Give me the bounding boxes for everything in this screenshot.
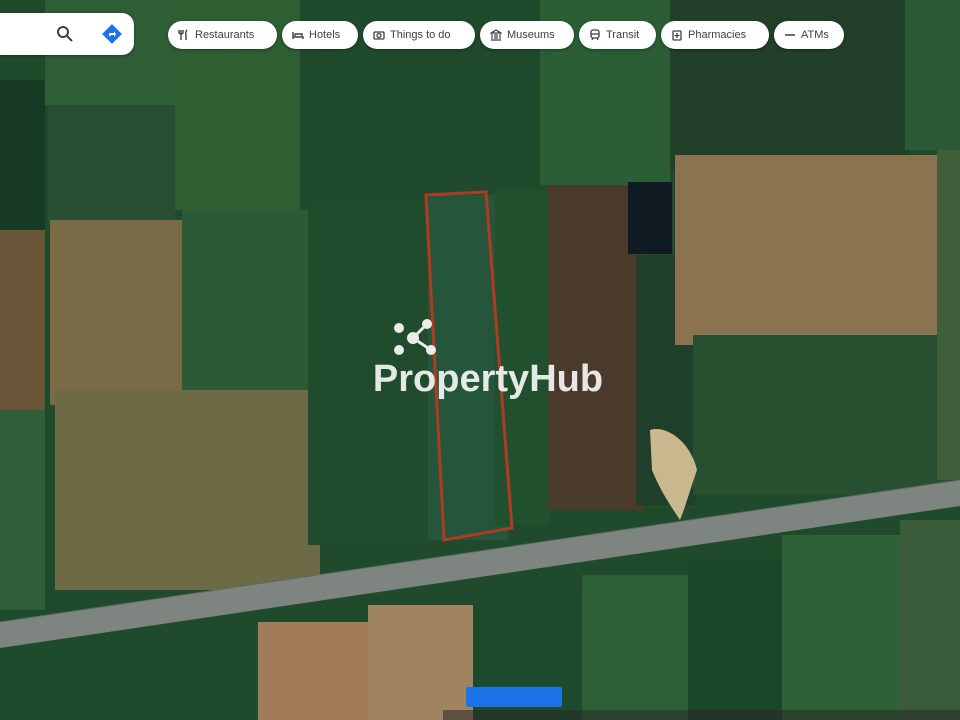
transit-icon bbox=[590, 29, 600, 41]
propertyhub-logo-icon bbox=[394, 319, 436, 355]
chip-pharmacies[interactable]: Pharmacies bbox=[661, 21, 769, 49]
field bbox=[693, 335, 950, 495]
chip-atms[interactable]: ATMs bbox=[774, 21, 844, 49]
field bbox=[582, 575, 690, 720]
chip-label: Restaurants bbox=[195, 29, 255, 41]
pharmacy-icon bbox=[672, 30, 682, 41]
chip-museums[interactable]: Museums bbox=[480, 21, 574, 49]
field bbox=[900, 520, 960, 720]
chip-transit[interactable]: Transit bbox=[579, 21, 656, 49]
field bbox=[55, 390, 320, 590]
field bbox=[0, 230, 45, 410]
field bbox=[905, 0, 960, 150]
field bbox=[628, 182, 672, 254]
chip-label: Pharmacies bbox=[688, 29, 747, 41]
chip-label: Museums bbox=[507, 29, 555, 41]
chip-label: ATMs bbox=[801, 29, 829, 41]
hotel-icon bbox=[292, 32, 304, 39]
directions-icon[interactable] bbox=[102, 24, 122, 44]
field bbox=[688, 560, 783, 720]
propertyhub-watermark: PropertyHub bbox=[373, 319, 603, 400]
chip-things-to-do[interactable]: Things to do bbox=[363, 21, 475, 49]
field bbox=[48, 105, 175, 225]
search-box[interactable] bbox=[0, 13, 134, 55]
field bbox=[182, 210, 308, 390]
field bbox=[675, 155, 937, 345]
atm-icon bbox=[785, 34, 795, 36]
chip-restaurants[interactable]: Restaurants bbox=[168, 21, 277, 49]
map-bottom-control[interactable] bbox=[466, 687, 562, 707]
chip-label: Transit bbox=[606, 29, 640, 41]
watermark-text: PropertyHub bbox=[373, 358, 603, 400]
field bbox=[368, 605, 473, 720]
search-icon[interactable] bbox=[56, 25, 74, 43]
restaurant-icon bbox=[178, 29, 188, 40]
map-footer-strip bbox=[443, 710, 960, 720]
field bbox=[50, 220, 182, 405]
field bbox=[0, 648, 260, 720]
field bbox=[0, 410, 45, 610]
field bbox=[782, 535, 902, 720]
field bbox=[258, 622, 370, 720]
chip-label: Things to do bbox=[390, 29, 451, 41]
field bbox=[0, 80, 45, 230]
chip-hotels[interactable]: Hotels bbox=[282, 21, 358, 49]
chip-label: Hotels bbox=[309, 29, 341, 41]
field bbox=[937, 150, 960, 480]
museum-icon bbox=[490, 29, 502, 41]
camera-icon bbox=[373, 31, 385, 40]
